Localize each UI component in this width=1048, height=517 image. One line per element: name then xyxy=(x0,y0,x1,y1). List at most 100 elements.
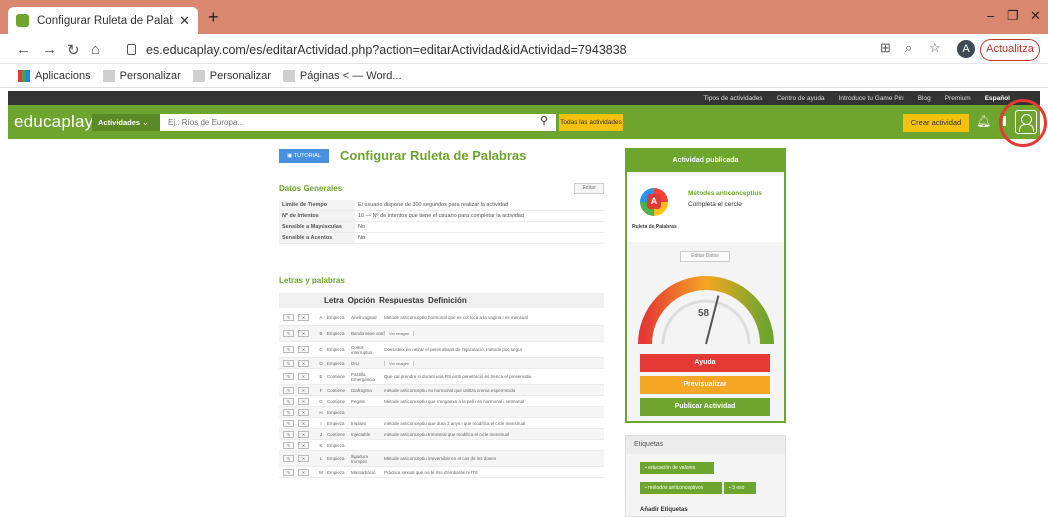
translate-icon[interactable]: ⊞ xyxy=(880,40,891,56)
edit-row-icon[interactable]: ✎ xyxy=(283,468,294,476)
language-selector[interactable]: Español xyxy=(985,95,1010,102)
all-activities-button[interactable]: Todas las actividades xyxy=(559,114,623,131)
delete-row-icon[interactable]: ✕ xyxy=(298,441,309,449)
letters-section-title: Letras y palabras xyxy=(279,276,345,285)
edit-data-button[interactable]: Editar Datos xyxy=(680,251,730,262)
top-link-premium[interactable]: Premium xyxy=(945,95,971,102)
update-button[interactable]: Actualitza xyxy=(980,39,1040,61)
edit-row-icon[interactable]: ✎ xyxy=(283,430,294,438)
letter-option: Contiene xyxy=(327,374,346,379)
tag-item[interactable]: ▪ métodos anticonceptivos xyxy=(640,482,722,494)
delete-row-icon[interactable]: ✕ xyxy=(298,330,309,337)
help-button[interactable]: Ayuda xyxy=(640,354,770,372)
zoom-icon[interactable]: ⌕ xyxy=(905,40,912,56)
general-value: No xyxy=(358,235,366,241)
letter-option: Contiene xyxy=(327,431,346,437)
letter-answer: DIU xyxy=(351,360,359,366)
delete-row-icon[interactable]: ✕ xyxy=(298,373,309,380)
letter-definition: mètode anticonceptiu no hormonal que uti… xyxy=(384,387,516,393)
back-icon[interactable]: ← xyxy=(16,41,31,58)
bookmark-personalizar-1[interactable]: Personalizar xyxy=(102,69,181,82)
edit-row-icon[interactable]: ✎ xyxy=(283,397,294,405)
view-image-button[interactable]: Ver imagen xyxy=(384,360,415,366)
delete-row-icon[interactable]: ✕ xyxy=(298,359,309,367)
tab-close-icon[interactable]: ✕ xyxy=(179,13,190,29)
bookmark-apps[interactable]: Aplicacions xyxy=(18,69,91,82)
home-icon[interactable]: ⌂ xyxy=(91,41,100,58)
edit-row-icon[interactable]: ✎ xyxy=(283,373,294,380)
activities-dropdown[interactable]: Actividades ⌄ xyxy=(92,114,160,131)
delete-row-icon[interactable]: ✕ xyxy=(298,314,309,321)
educaplay-logo[interactable]: educaplay xyxy=(14,112,93,132)
preview-button[interactable]: Previsualizar xyxy=(640,376,770,394)
search-icon[interactable]: ⚲ xyxy=(540,114,548,127)
delete-row-icon[interactable]: ✕ xyxy=(298,419,309,427)
edit-general-button[interactable]: Editar xyxy=(574,183,604,194)
edit-row-icon[interactable]: ✎ xyxy=(283,441,294,449)
delete-row-icon[interactable]: ✕ xyxy=(298,430,309,438)
search-input[interactable] xyxy=(160,114,556,131)
activity-card-header: Actividad publicada xyxy=(627,150,784,172)
reload-icon[interactable]: ↻ xyxy=(67,41,80,59)
address-bar[interactable]: es.educaplay.com/es/editarActividad.php?… xyxy=(121,38,941,61)
general-row: Sensible a Mayúsculas No xyxy=(279,222,604,233)
letter-letter: F xyxy=(319,387,323,393)
edit-row-icon[interactable]: ✎ xyxy=(283,419,294,427)
letter-row: ✎ ✕ C Empieza Coitus interruptus Consisteix e… xyxy=(279,342,604,358)
edit-row-icon[interactable]: ✎ xyxy=(283,314,294,321)
bookmark-personalizar-2[interactable]: Personalizar xyxy=(192,69,271,82)
letter-letter: A xyxy=(319,315,323,320)
tag-item[interactable]: ▪ educación de valores xyxy=(640,462,714,474)
letter-option: Empieza xyxy=(327,331,345,336)
letter-letter: C xyxy=(319,347,323,352)
tag-item[interactable]: ▪ 3 eso xyxy=(724,482,756,494)
letter-definition: Que cal prendre si durant una RS amb pen… xyxy=(384,374,532,379)
top-link-blog[interactable]: Blog xyxy=(918,95,931,102)
star-icon[interactable]: ☆ xyxy=(929,40,941,56)
top-link-types[interactable]: Tipos de actividades xyxy=(704,95,763,102)
general-value: 10 — Nº de intentos que tiene el usuario… xyxy=(358,213,524,219)
forward-icon[interactable]: → xyxy=(42,41,57,58)
window-close-icon[interactable]: ✕ xyxy=(1030,8,1041,24)
delete-row-icon[interactable]: ✕ xyxy=(298,346,309,353)
new-tab-button[interactable]: + xyxy=(208,7,219,28)
general-row: Nº de Intentos 10 — Nº de intentos que ti… xyxy=(279,211,604,222)
top-link-game-pin[interactable]: Introduce tu Game Pin xyxy=(839,95,904,102)
url-text: es.educaplay.com/es/editarActividad.php?… xyxy=(146,42,627,57)
edit-row-icon[interactable]: ✎ xyxy=(283,346,294,353)
page-icon xyxy=(192,69,205,82)
minimize-icon[interactable]: – xyxy=(987,8,994,23)
game-name[interactable]: Métodes anticonceptius xyxy=(688,190,762,197)
view-image-button[interactable]: Ver imagen xyxy=(384,331,415,336)
word-wheel-icon: A xyxy=(640,188,668,216)
bell-icon[interactable]: 🔔︎ xyxy=(976,114,991,128)
edit-row-icon[interactable]: ✎ xyxy=(283,359,294,367)
letter-row: ✎ ✕ E Contiene Pastilla Emergència Que cal pr… xyxy=(279,369,604,385)
create-activity-button[interactable]: Crear actividad xyxy=(903,114,969,132)
top-link-help[interactable]: Centro de ayuda xyxy=(777,95,825,102)
letter-definition: Pràctica sexual que no té risc d'embaràs… xyxy=(384,469,478,475)
general-table: Límite de Tiempo El usuario dispone de 30… xyxy=(279,200,604,244)
tutorial-button[interactable]: ▣ TUTORIAL xyxy=(279,149,329,163)
letter-letter: K xyxy=(319,442,323,448)
letter-letter: I xyxy=(320,420,322,426)
delete-row-icon[interactable]: ✕ xyxy=(298,468,309,476)
delete-row-icon[interactable]: ✕ xyxy=(298,455,309,462)
profile-avatar[interactable]: A xyxy=(957,40,975,58)
delete-row-icon[interactable]: ✕ xyxy=(298,397,309,405)
letter-option: Empieza xyxy=(327,420,345,426)
edit-row-icon[interactable]: ✎ xyxy=(283,330,294,337)
browser-tab[interactable]: Configurar Ruleta de Palabras - E ✕ xyxy=(8,7,198,34)
delete-row-icon[interactable]: ✕ xyxy=(298,408,309,416)
delete-row-icon[interactable]: ✕ xyxy=(298,386,309,394)
restore-icon[interactable]: ❐ xyxy=(1007,8,1019,24)
letter-row: ✎ ✕ G Contiene Pegats Mètode anticonceptiu qu… xyxy=(279,396,604,407)
edit-row-icon[interactable]: ✎ xyxy=(283,386,294,394)
letter-row: ✎ ✕ L Empieza lligadura trompes Mètode antico… xyxy=(279,451,604,467)
bookmark-paginas[interactable]: Páginas < — Word... xyxy=(282,69,402,82)
letter-answer: Bando sexe oral xyxy=(351,331,384,336)
tags-header: Etiquetas xyxy=(626,436,785,454)
edit-row-icon[interactable]: ✎ xyxy=(283,408,294,416)
publish-button[interactable]: Publicar Actividad xyxy=(640,398,770,416)
edit-row-icon[interactable]: ✎ xyxy=(283,455,294,462)
